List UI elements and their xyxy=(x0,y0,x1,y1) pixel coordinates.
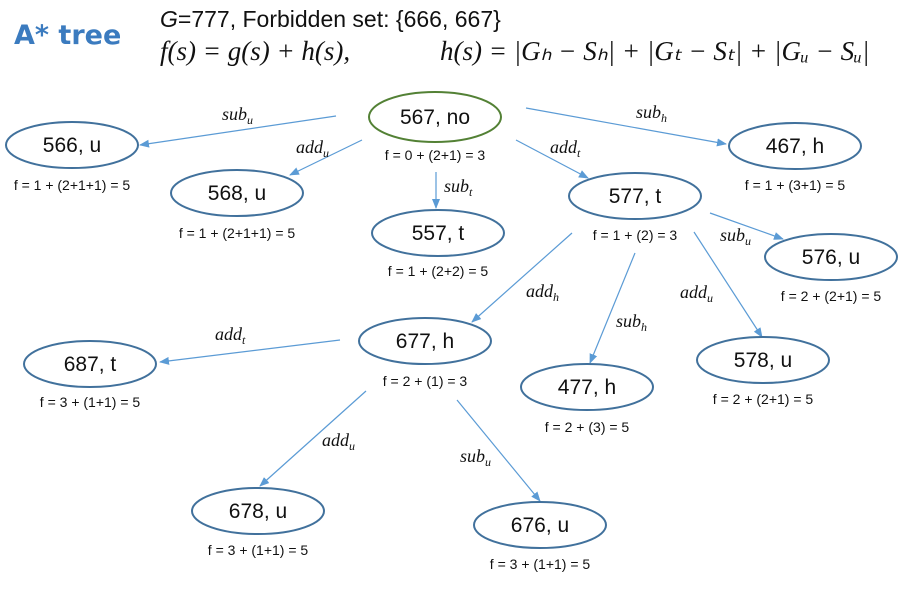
node-f-value: f = 2 + (2+1) = 5 xyxy=(713,391,814,407)
node-f-value: f = 2 + (1) = 3 xyxy=(383,373,468,389)
tree-node-577: 577, t f = 1 + (2) = 3 xyxy=(568,172,702,243)
edge-label-sub-u: subu xyxy=(460,446,491,469)
node-f-value: f = 1 + (2+1+1) = 5 xyxy=(14,177,131,193)
node-state-label: 557, t xyxy=(412,222,465,245)
edge-operation: sub xyxy=(460,446,485,466)
tree-node-677: 677, h f = 2 + (1) = 3 xyxy=(358,317,492,389)
tree-node-678: 678, u f = 3 + (1+1) = 5 xyxy=(191,487,325,558)
node-f-value: f = 3 + (1+1) = 5 xyxy=(208,542,309,558)
edge-digit-subscript: t xyxy=(469,185,473,199)
tree-node-568: 568, u f = 1 + (2+1+1) = 5 xyxy=(170,169,304,241)
edge-label-sub-u: subu xyxy=(720,225,751,248)
edge-operation: sub xyxy=(636,102,661,122)
search-tree: subuaddusubtaddtsubhsubuaddhsubhadduaddt… xyxy=(5,91,898,572)
node-state-label: 677, h xyxy=(396,330,454,353)
node-f-value: f = 1 + (2+2) = 5 xyxy=(388,263,489,279)
node-state-label: 577, t xyxy=(609,185,662,208)
edge-digit-subscript: t xyxy=(577,146,581,160)
node-state-label: 566, u xyxy=(43,134,101,157)
tree-node-676: 676, u f = 3 + (1+1) = 5 xyxy=(473,501,607,572)
node-state-label: 467, h xyxy=(766,135,824,158)
tree-node-566: 566, u f = 1 + (2+1+1) = 5 xyxy=(5,121,139,193)
edge-arrow-n677-n687 xyxy=(159,339,341,365)
edge-digit-subscript: h xyxy=(553,290,559,304)
edge-arrow-n577-n477 xyxy=(589,252,636,364)
edge-label-sub-h: subh xyxy=(616,311,647,334)
edge-label-add-h: addh xyxy=(526,281,559,304)
node-state-label: 678, u xyxy=(229,500,287,523)
tree-node-557: 557, t f = 1 + (2+2) = 5 xyxy=(371,209,505,279)
edge-operation: sub xyxy=(616,311,641,331)
node-f-value: f = 3 + (1+1) = 5 xyxy=(40,394,141,410)
tree-node-477: 477, h f = 2 + (3) = 5 xyxy=(520,363,654,435)
node-state-label: 568, u xyxy=(208,182,266,205)
edge-operation: add xyxy=(550,137,578,157)
edge-digit-subscript: u xyxy=(323,146,329,160)
tree-node-567: 567, no f = 0 + (2+1) = 3 xyxy=(368,91,502,163)
edge-digit-subscript: u xyxy=(349,439,355,453)
node-state-label: 687, t xyxy=(64,353,117,376)
node-f-value: f = 1 + (3+1) = 5 xyxy=(745,177,846,193)
node-f-value: f = 0 + (2+1) = 3 xyxy=(385,147,486,163)
edge-label-add-t: addt xyxy=(550,137,581,160)
edge-label-add-t: addt xyxy=(215,324,246,347)
edge-operation: add xyxy=(322,430,350,450)
edge-label-sub-h: subh xyxy=(636,102,667,125)
node-state-label: 578, u xyxy=(734,349,792,372)
edge-label-sub-t: subt xyxy=(444,176,473,199)
edge-digit-subscript: h xyxy=(641,320,647,334)
nodes-layer: 567, no f = 0 + (2+1) = 3 566, u f = 1 + (2… xyxy=(5,91,898,572)
edge-operation: sub xyxy=(444,176,469,196)
tree-node-578: 578, u f = 2 + (2+1) = 5 xyxy=(696,336,830,407)
edge-digit-subscript: u xyxy=(247,113,253,127)
edge-label-sub-u: subu xyxy=(222,104,253,127)
node-state-label: 676, u xyxy=(511,514,569,537)
tree-node-576: 576, u f = 2 + (2+1) = 5 xyxy=(764,233,898,304)
node-f-value: f = 1 + (2) = 3 xyxy=(593,227,678,243)
edge-operation: sub xyxy=(720,225,745,245)
edge-label-add-u: addu xyxy=(680,282,713,305)
edge-label-add-u: addu xyxy=(296,137,329,160)
node-f-value: f = 1 + (2+1+1) = 5 xyxy=(179,225,296,241)
node-f-value: f = 3 + (1+1) = 5 xyxy=(490,556,591,572)
edge-label-add-u: addu xyxy=(322,430,355,453)
edge-operation: add xyxy=(526,281,554,301)
edge-operation: sub xyxy=(222,104,247,124)
edge-digit-subscript: h xyxy=(661,111,667,125)
node-f-value: f = 2 + (2+1) = 5 xyxy=(781,288,882,304)
edge-digit-subscript: u xyxy=(485,455,491,469)
edge-operation: add xyxy=(296,137,324,157)
edge-digit-subscript: u xyxy=(745,234,751,248)
edge-operation: add xyxy=(680,282,708,302)
edge-digit-subscript: u xyxy=(707,291,713,305)
node-state-label: 567, no xyxy=(400,106,470,129)
edge-operation: add xyxy=(215,324,243,344)
node-f-value: f = 2 + (3) = 5 xyxy=(545,419,630,435)
node-state-label: 477, h xyxy=(558,376,616,399)
tree-node-467: 467, h f = 1 + (3+1) = 5 xyxy=(728,122,862,193)
tree-node-687: 687, t f = 3 + (1+1) = 5 xyxy=(23,340,157,410)
node-state-label: 576, u xyxy=(802,246,860,269)
edge-digit-subscript: t xyxy=(242,333,246,347)
